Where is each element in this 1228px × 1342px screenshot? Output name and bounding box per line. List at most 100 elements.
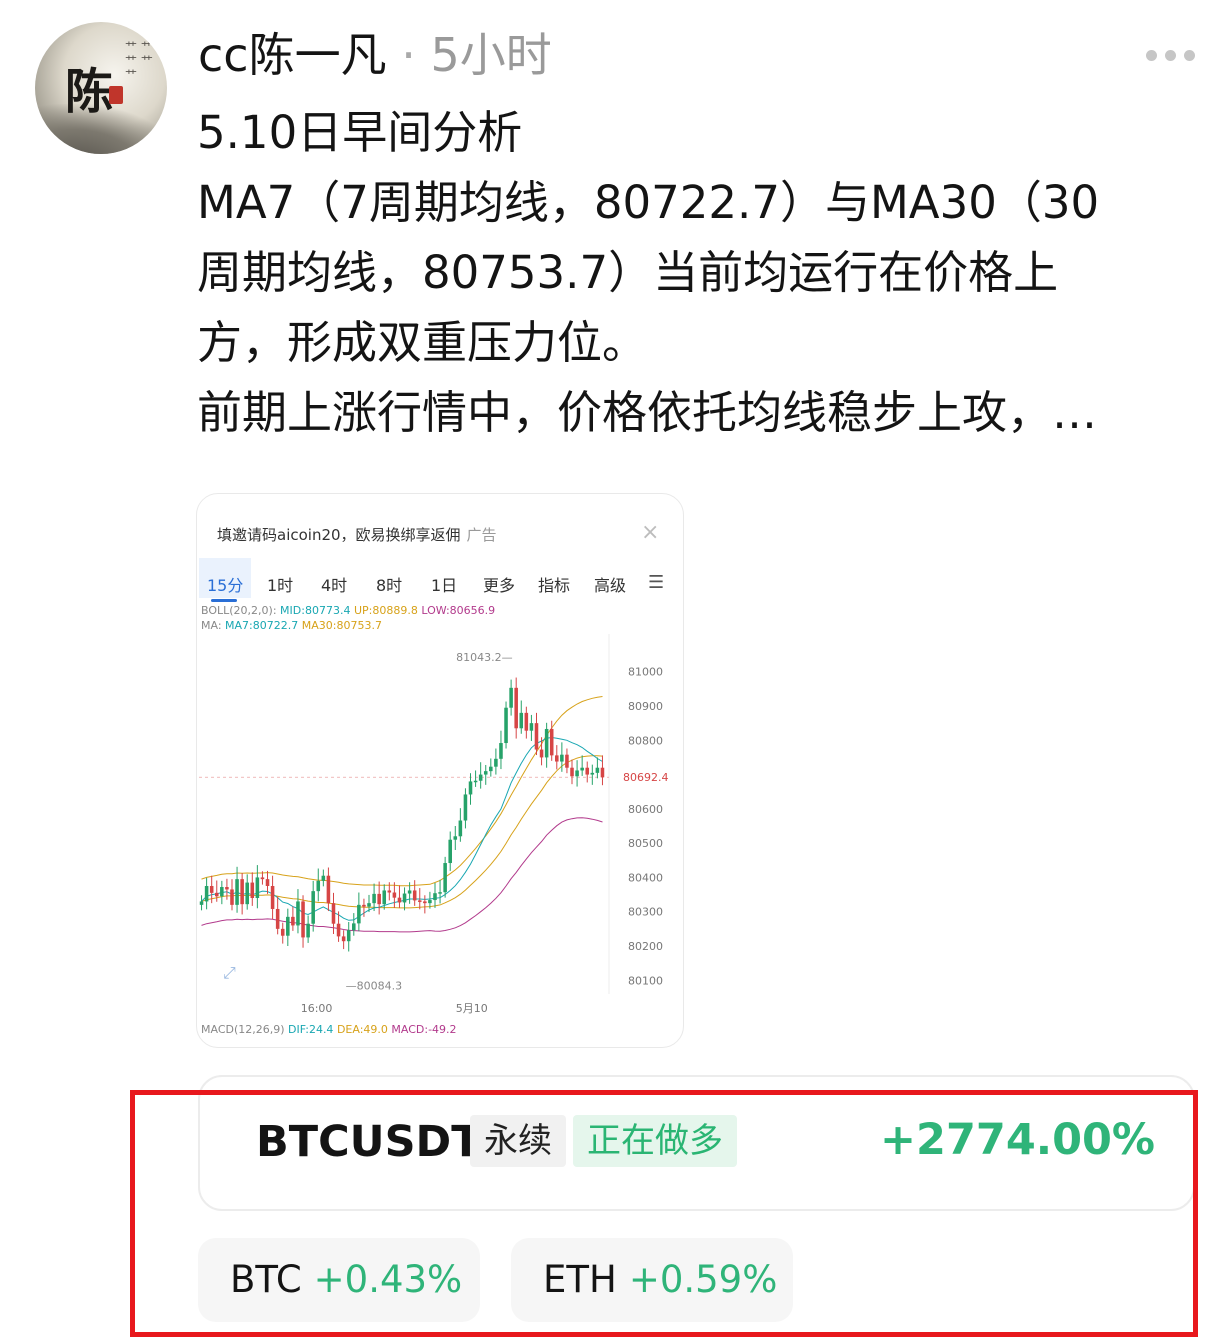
candle-body xyxy=(519,712,524,729)
candle-body xyxy=(514,687,518,729)
candle-body xyxy=(549,728,554,756)
candle-body xyxy=(357,904,361,924)
candle-body xyxy=(534,723,539,750)
chart-settings-icon: ☰ xyxy=(648,572,665,593)
candle-body xyxy=(428,900,432,904)
ad-banner: 填邀请码aicoin20，欧易换绑享返佣 广告 xyxy=(217,524,497,545)
chart-image-card[interactable]: 填邀请码aicoin20，欧易换绑享返佣 广告 × 15分 1时 4时 8时 1日… xyxy=(196,493,684,1048)
macd-dif: DIF:24.4 xyxy=(288,1023,334,1036)
author-name[interactable]: cc陈一凡 xyxy=(198,28,387,82)
candle-body xyxy=(301,901,305,938)
highlight-box xyxy=(130,1090,1198,1337)
ad-text: 填邀请码aicoin20，欧易换绑享返佣 xyxy=(217,526,461,544)
ad-tag: 广告 xyxy=(466,526,497,544)
tab-more: 更多 xyxy=(483,576,516,595)
candle-body xyxy=(458,820,463,837)
avatar[interactable]: ⺾ ⺾⺾ ⺾⺾ 陈 xyxy=(35,22,167,154)
candle-body xyxy=(392,892,397,898)
header-separator: · xyxy=(401,28,416,82)
ma7-value: MA7:80722.7 xyxy=(225,619,299,632)
boll-label: BOLL(20,2,0): xyxy=(201,604,277,617)
tab-1d: 1日 xyxy=(431,576,458,595)
tab-15m: 15分 xyxy=(207,576,244,595)
boll-lower-line xyxy=(201,817,603,933)
candle-body xyxy=(316,880,321,892)
low-price-label: —80084.3 xyxy=(346,980,403,993)
candle-body xyxy=(397,897,402,903)
candle-body xyxy=(423,901,427,904)
expand-icon: ⤢ xyxy=(223,963,236,982)
candle-body xyxy=(509,687,513,708)
active-tab-underline xyxy=(211,599,237,602)
candle-body xyxy=(346,930,351,942)
candle-body xyxy=(270,886,275,909)
more-options-icon[interactable] xyxy=(1146,50,1195,61)
candle-body xyxy=(245,882,249,905)
candle-body xyxy=(412,890,417,901)
macd-label: MACD(12,26,9) xyxy=(201,1023,285,1036)
candle-body xyxy=(555,755,559,762)
candle-body xyxy=(494,758,498,767)
boll-upper-line xyxy=(201,696,603,887)
candle-body xyxy=(255,877,260,898)
avatar-calligraphy: 陈 xyxy=(65,64,114,120)
candle-body xyxy=(463,794,468,821)
macd-indicator: MACD(12,26,9) DIF:24.4 DEA:49.0 MACD:-49… xyxy=(201,1023,457,1036)
y-tick-label: 80600 xyxy=(628,803,663,816)
candle-body xyxy=(382,890,387,905)
candle-body xyxy=(362,904,366,907)
post-time: 5小时 xyxy=(430,28,552,82)
post-line: MA7（7周期均线，80722.7）与MA30（30 xyxy=(197,176,1100,229)
macd-value: MACD:-49.2 xyxy=(391,1023,457,1036)
ma-indicator: MA: MA7:80722.7 MA30:80753.7 xyxy=(201,619,382,632)
x-tick-label: 16:00 xyxy=(301,1002,333,1015)
candle-body xyxy=(539,749,544,758)
tab-advanced: 高级 xyxy=(594,576,627,595)
boll-indicator: BOLL(20,2,0): MID:80773.4 UP:80889.8 LOW… xyxy=(201,604,495,617)
candle-body xyxy=(438,892,442,894)
y-tick-label: 81000 xyxy=(628,666,663,679)
tab-4h: 4时 xyxy=(321,576,348,595)
candle-body xyxy=(214,892,219,897)
candle-body xyxy=(220,887,224,897)
y-tick-label: 80800 xyxy=(628,734,663,747)
tab-indicators: 指标 xyxy=(538,576,571,595)
candle-body xyxy=(524,712,529,731)
candle-body xyxy=(352,923,356,931)
timeframe-tabs: 15分 1时 4时 8时 1日 更多 指标 高级 ☰ xyxy=(197,558,683,604)
avatar-decoration: ⺾ ⺾⺾ ⺾⺾ xyxy=(125,40,153,82)
candle-body xyxy=(331,903,336,924)
candle-body xyxy=(235,879,239,905)
candle-body xyxy=(306,923,310,938)
candle-body xyxy=(321,875,326,881)
post-line: 前期上涨行情中，价格依托均线稳步上攻，… xyxy=(197,386,1098,439)
avatar-seal xyxy=(109,86,123,104)
candle-body xyxy=(453,836,458,840)
candle-body xyxy=(209,886,214,893)
ma-label: MA: xyxy=(201,619,222,632)
candle-body xyxy=(240,879,244,905)
candle-body xyxy=(580,767,584,771)
post-line: 5.10日早间分析 xyxy=(197,106,523,159)
candle-body xyxy=(199,901,204,905)
post-text[interactable]: 5.10日早间分析 MA7（7周期均线，80722.7）与MA30（30 周期均… xyxy=(197,98,1197,448)
candle-body xyxy=(402,893,407,903)
y-tick-label: 80500 xyxy=(628,837,663,850)
candle-body xyxy=(595,767,600,773)
boll-low: LOW:80656.9 xyxy=(421,604,496,617)
candle-body xyxy=(529,723,534,731)
post-header: cc陈一凡 · 5小时 xyxy=(198,26,552,84)
ma30-line xyxy=(201,755,603,909)
candle-body xyxy=(367,903,371,907)
candle-body xyxy=(478,774,483,781)
candle-body xyxy=(377,893,381,905)
candle-body xyxy=(341,936,346,942)
candlestick-chart: 81000 80900 80800 80692.4 80600 80500 80400 803… xyxy=(199,634,669,1015)
y-tick-label: 80300 xyxy=(628,906,663,919)
candle-body xyxy=(560,754,564,762)
candle-body xyxy=(417,900,422,902)
candle-body xyxy=(570,767,574,777)
candle-body xyxy=(590,772,595,775)
candle-body xyxy=(565,754,569,768)
candle-body xyxy=(336,923,341,937)
